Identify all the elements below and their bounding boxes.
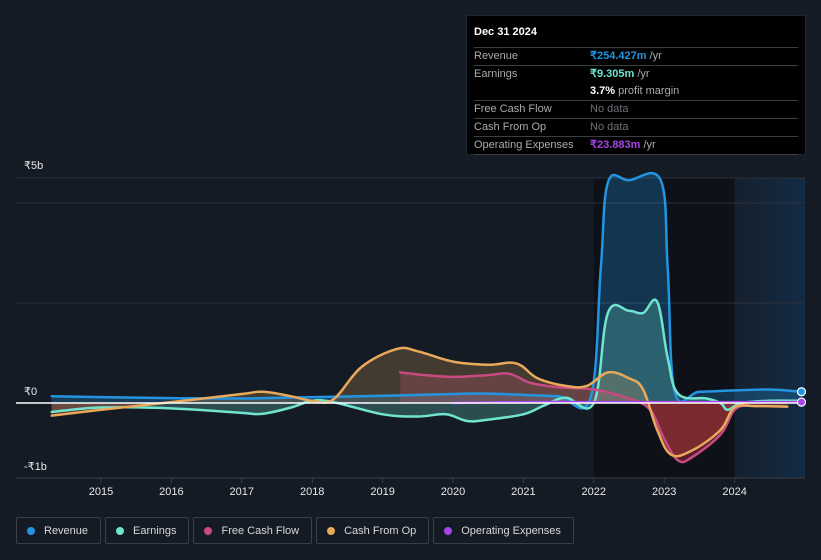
tooltip-date: Dec 31 2024 xyxy=(474,24,798,48)
tooltip-row-earnings: Earnings ₹9.305m /yr xyxy=(474,66,798,83)
tooltip-row-value: ₹23.883m /yr xyxy=(590,139,656,151)
x-tick-label: 2020 xyxy=(441,486,465,498)
tooltip-row-free-cash-flow: Free Cash Flow No data xyxy=(474,101,798,119)
tooltip-row-label: Revenue xyxy=(474,50,519,62)
tooltip-row-label: Earnings xyxy=(474,68,518,80)
legend-label: Cash From Op xyxy=(344,524,417,537)
tooltip-row-value: No data xyxy=(590,121,629,133)
legend-dot-icon xyxy=(204,526,213,535)
legend-dot-icon xyxy=(27,526,35,535)
y-tick-label-top: ₹5b xyxy=(24,160,44,172)
x-tick-label: 2017 xyxy=(230,486,254,498)
legend-item-earnings[interactable]: Earnings xyxy=(105,517,190,544)
legend-dot-icon xyxy=(327,526,336,535)
x-tick-label: 2015 xyxy=(89,486,113,498)
tooltip-row-profit-margin: 3.7% profit margin xyxy=(474,83,798,101)
tooltip-row-label xyxy=(474,83,590,100)
tooltip-row-label: Operating Expenses xyxy=(474,139,574,151)
tooltip-row-label: Free Cash Flow xyxy=(474,103,552,115)
tooltip-row-revenue: Revenue ₹254.427m /yr xyxy=(474,48,798,66)
x-tick-label: 2024 xyxy=(722,486,746,498)
x-tick-label: 2022 xyxy=(582,486,606,498)
y-tick-label-zero: ₹0 xyxy=(24,386,38,398)
legend-label: Free Cash Flow xyxy=(221,524,300,537)
x-tick-label: 2016 xyxy=(159,486,183,498)
forecast-shade xyxy=(734,178,805,478)
tooltip-row-operating-expenses: Operating Expenses ₹23.883m /yr xyxy=(474,137,798,155)
x-tick-label: 2018 xyxy=(300,486,324,498)
operating-expenses-endpoint-marker[interactable] xyxy=(796,397,807,407)
x-tick-label: 2019 xyxy=(370,486,394,498)
revenue-endpoint-marker[interactable] xyxy=(796,387,807,397)
legend-item-free-cash-flow[interactable]: Free Cash Flow xyxy=(193,517,313,544)
tooltip-row-value: ₹254.427m /yr xyxy=(590,50,662,62)
tooltip-row-value: No data xyxy=(590,103,629,115)
legend-dot-icon xyxy=(116,526,125,535)
x-tick-label: 2021 xyxy=(511,486,535,498)
tooltip-panel: Dec 31 2024 Revenue ₹254.427m /yr Earnings… xyxy=(466,15,806,155)
y-tick-label-bottom: -₹1b xyxy=(24,461,47,473)
tooltip-row-value: ₹9.305m /yr xyxy=(590,68,650,80)
x-tick-label: 2023 xyxy=(652,486,676,498)
legend-item-revenue[interactable]: Revenue xyxy=(16,517,102,544)
tooltip-row-label: Cash From Op xyxy=(474,121,547,133)
legend-label: Revenue xyxy=(44,524,89,537)
legend-label: Operating Expenses xyxy=(461,524,561,537)
tooltip-row-value: 3.7% profit margin xyxy=(590,85,680,97)
legend-label: Earnings xyxy=(133,524,177,537)
legend-dot-icon xyxy=(444,526,453,535)
legend: Revenue Earnings Free Cash Flow Cash From O… xyxy=(16,517,574,544)
legend-item-cash-from-op[interactable]: Cash From Op xyxy=(316,517,430,544)
legend-item-operating-expenses[interactable]: Operating Expenses xyxy=(433,517,574,544)
tooltip-row-cash-from-op: Cash From Op No data xyxy=(474,119,798,137)
